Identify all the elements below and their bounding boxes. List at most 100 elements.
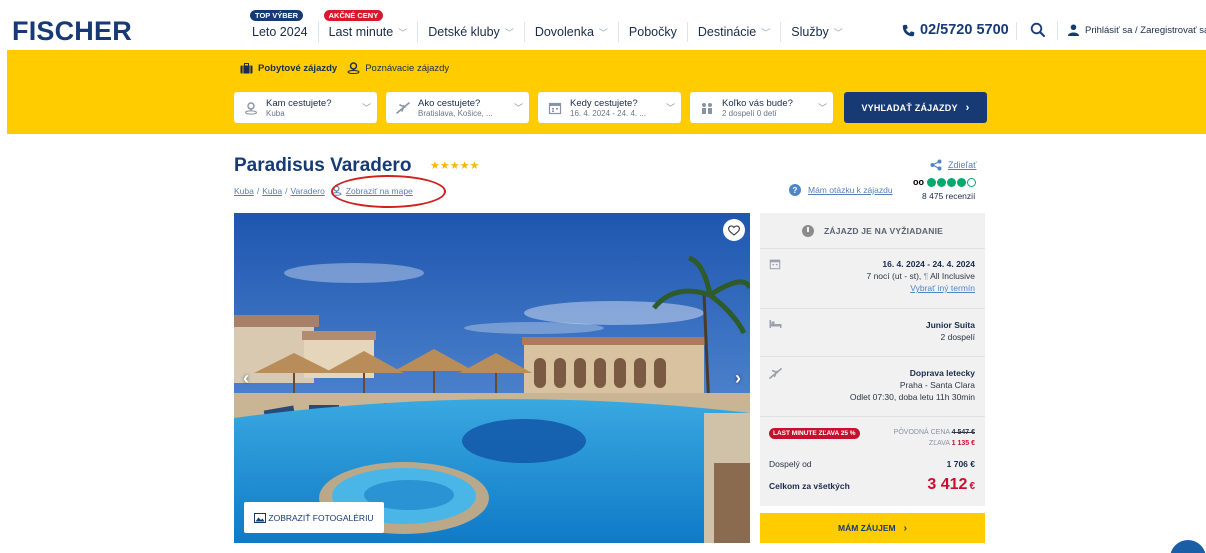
login-link[interactable]: Prihlásiť sa / Zaregistrovať sa	[1068, 24, 1206, 36]
chevron-down-icon: ﹀	[598, 27, 608, 38]
interest-button[interactable]: MÁM ZÁUJEM ›	[760, 513, 985, 543]
nights-text: 7 nocí (ut - st),	[866, 271, 924, 281]
nav-item-leto-2024[interactable]: TOP VÝBER Leto 2024	[250, 10, 319, 42]
fischer-logo[interactable]: FISCHER	[12, 16, 132, 47]
share-link[interactable]: Zdieľať	[930, 159, 977, 171]
original-price: 4 547 €	[951, 429, 975, 436]
field-value: 16. 4. 2024 - 24. 4. ...	[570, 108, 647, 118]
review-count[interactable]: 8 475 recenzií	[922, 191, 975, 201]
field-label: Kam cestujete?	[266, 97, 332, 109]
total-price-row: Celkom za všetkých 3 412 €	[769, 476, 975, 494]
travelers-field[interactable]: Koľko vás bude? 2 dospelí 0 detí ﹀	[690, 92, 833, 123]
field-label: Koľko vás bude?	[722, 97, 793, 109]
tab-label: Pobytové zájazdy	[258, 62, 338, 74]
destination-field[interactable]: Kam cestujete? Kuba ﹀	[234, 92, 377, 123]
login-label: Prihlásiť sa / Zaregistrovať sa	[1085, 24, 1206, 36]
trip-type-tabs: Pobytové zájazdy Poznávacie zájazdy	[240, 62, 449, 74]
chevron-down-icon: ﹀	[817, 103, 827, 113]
calendar-icon	[548, 102, 562, 114]
next-photo-button[interactable]: ›	[730, 367, 746, 389]
show-on-map-link[interactable]: Zobraziť na mape	[331, 185, 413, 196]
hotel-photo[interactable]: ‹ › ZOBRAZIŤ FOTOGALÉRIU	[234, 213, 750, 543]
nav-item-label: Last minute	[328, 25, 394, 39]
map-pin-icon	[347, 62, 360, 74]
transport-type: Doprava letecky	[909, 368, 975, 378]
chevron-down-icon: ﹀	[513, 103, 523, 113]
search-trips-button[interactable]: VYHĽADAŤ ZÁJAZDY ›	[844, 92, 987, 123]
phone-number: 02/5720 5700	[920, 22, 1009, 38]
original-price-block: PÔVODNÁ CENA 4 547 € ZĽAVA 1 135 €	[894, 427, 975, 449]
discount-label: ZĽAVA	[928, 440, 950, 447]
hotel-title: Paradisus Varadero	[234, 155, 412, 176]
pool-photo-illustration	[234, 213, 750, 543]
transport-section: Doprava letecky Praha - Santa Clara Odle…	[760, 367, 985, 403]
breadcrumb-link[interactable]: Varadero	[290, 186, 324, 196]
favorite-button[interactable]	[723, 219, 745, 241]
nav-item-pobocky[interactable]: Pobočky	[619, 22, 688, 42]
date-field[interactable]: Kedy cestujete? 16. 4. 2024 - 24. 4. ...…	[538, 92, 681, 123]
nav-item-dovolenka[interactable]: Dovolenka ﹀	[525, 22, 619, 42]
question-link[interactable]: ? Mám otázku k zájazdu	[789, 184, 893, 196]
search-icon[interactable]	[1030, 22, 1046, 38]
tab-poznavacie-zajazdy[interactable]: Poznávacie zájazdy	[347, 62, 449, 74]
breadcrumb-separator: /	[256, 185, 260, 196]
chevron-right-icon: ›	[965, 101, 970, 114]
nav-item-detske-kluby[interactable]: Detské kluby ﹀	[418, 22, 525, 42]
departure-field[interactable]: Ako cestujete? Bratislava, Košice, ... ﹀	[386, 92, 529, 123]
nav-item-last-minute[interactable]: AKČNÉ CENY Last minute ﹀	[319, 10, 419, 42]
field-label: Kedy cestujete?	[570, 97, 638, 109]
total-currency: €	[969, 481, 975, 492]
dates-section: 16. 4. 2024 - 24. 4. 2024 7 nocí (ut - s…	[760, 258, 985, 294]
suitcase-icon	[240, 62, 253, 73]
breadcrumb-link[interactable]: Kuba	[234, 186, 254, 196]
tab-pobytove-zajazdy[interactable]: Pobytové zájazdy	[240, 62, 337, 74]
user-icon	[1068, 24, 1079, 36]
breadcrumb-link[interactable]: Kuba	[262, 186, 282, 196]
flight-route: Praha - Santa Clara	[899, 380, 975, 390]
original-price-label: PÔVODNÁ CENA	[893, 429, 950, 436]
calendar-icon	[769, 259, 781, 270]
change-date-link[interactable]: Vybrať iný termín	[770, 282, 975, 294]
chevron-down-icon: ﹀	[833, 27, 843, 38]
field-label: Ako cestujete?	[418, 97, 481, 109]
location-icon	[245, 101, 257, 115]
chevron-down-icon: ﹀	[504, 27, 514, 38]
nav-item-sluzby[interactable]: Služby ﹀	[781, 22, 853, 42]
rating-dot-filled	[957, 177, 966, 187]
phone-icon	[902, 24, 915, 36]
phone-link[interactable]: 02/5720 5700	[902, 22, 1009, 38]
search-band: Pobytové zájazdy Poznávacie zájazdy Kam …	[7, 50, 1206, 134]
total-price-label: Celkom za všetkých	[769, 481, 850, 491]
chat-widget-button[interactable]	[1170, 540, 1206, 553]
clock-icon	[801, 224, 814, 237]
image-icon	[254, 512, 267, 523]
last-minute-discount-badge: LAST MINUTE ZĽAVA 25 %	[769, 428, 860, 439]
photo-gallery-button[interactable]: ZOBRAZIŤ FOTOGALÉRIU	[244, 502, 384, 533]
tab-label: Poznávacie zájazdy	[365, 62, 450, 74]
tripadvisor-rating[interactable]: oo	[913, 177, 976, 187]
map-pin-icon	[331, 185, 342, 196]
previous-photo-button[interactable]: ‹	[238, 367, 254, 389]
plane-icon	[769, 368, 782, 379]
chevron-down-icon: ﹀	[665, 103, 675, 113]
gallery-label: ZOBRAZIŤ FOTOGALÉRIU	[268, 512, 374, 523]
flight-departure: Odlet 07:30, doba letu 11h 30min	[849, 392, 975, 402]
rating-dot-filled	[947, 177, 956, 187]
people-icon	[702, 102, 712, 114]
question-label: Mám otázku k zájazdu	[808, 185, 893, 195]
plane-icon	[396, 101, 410, 114]
trip-dates: 16. 4. 2024 - 24. 4. 2024	[882, 259, 975, 269]
nav-item-label: Služby	[791, 25, 829, 39]
rating-dot-filled	[937, 177, 946, 187]
nav-item-label: Pobočky	[628, 25, 677, 39]
discount-amount: 1 135 €	[951, 440, 975, 447]
question-icon: ?	[789, 184, 801, 196]
nav-item-destinacie[interactable]: Destinácie ﹀	[688, 22, 782, 42]
field-value: 2 dospelí 0 detí	[722, 108, 777, 118]
chevron-down-icon: ﹀	[761, 27, 771, 38]
header-divider	[1016, 22, 1017, 40]
breadcrumb: Kuba / Kuba / Varadero Zobraziť na mape	[234, 185, 413, 196]
map-link-label: Zobraziť na mape	[345, 185, 413, 196]
button-label: VYHĽADAŤ ZÁJAZDY	[861, 102, 958, 113]
trip-duration: 7 nocí (ut - st), ¶ All Inclusive	[770, 270, 975, 282]
